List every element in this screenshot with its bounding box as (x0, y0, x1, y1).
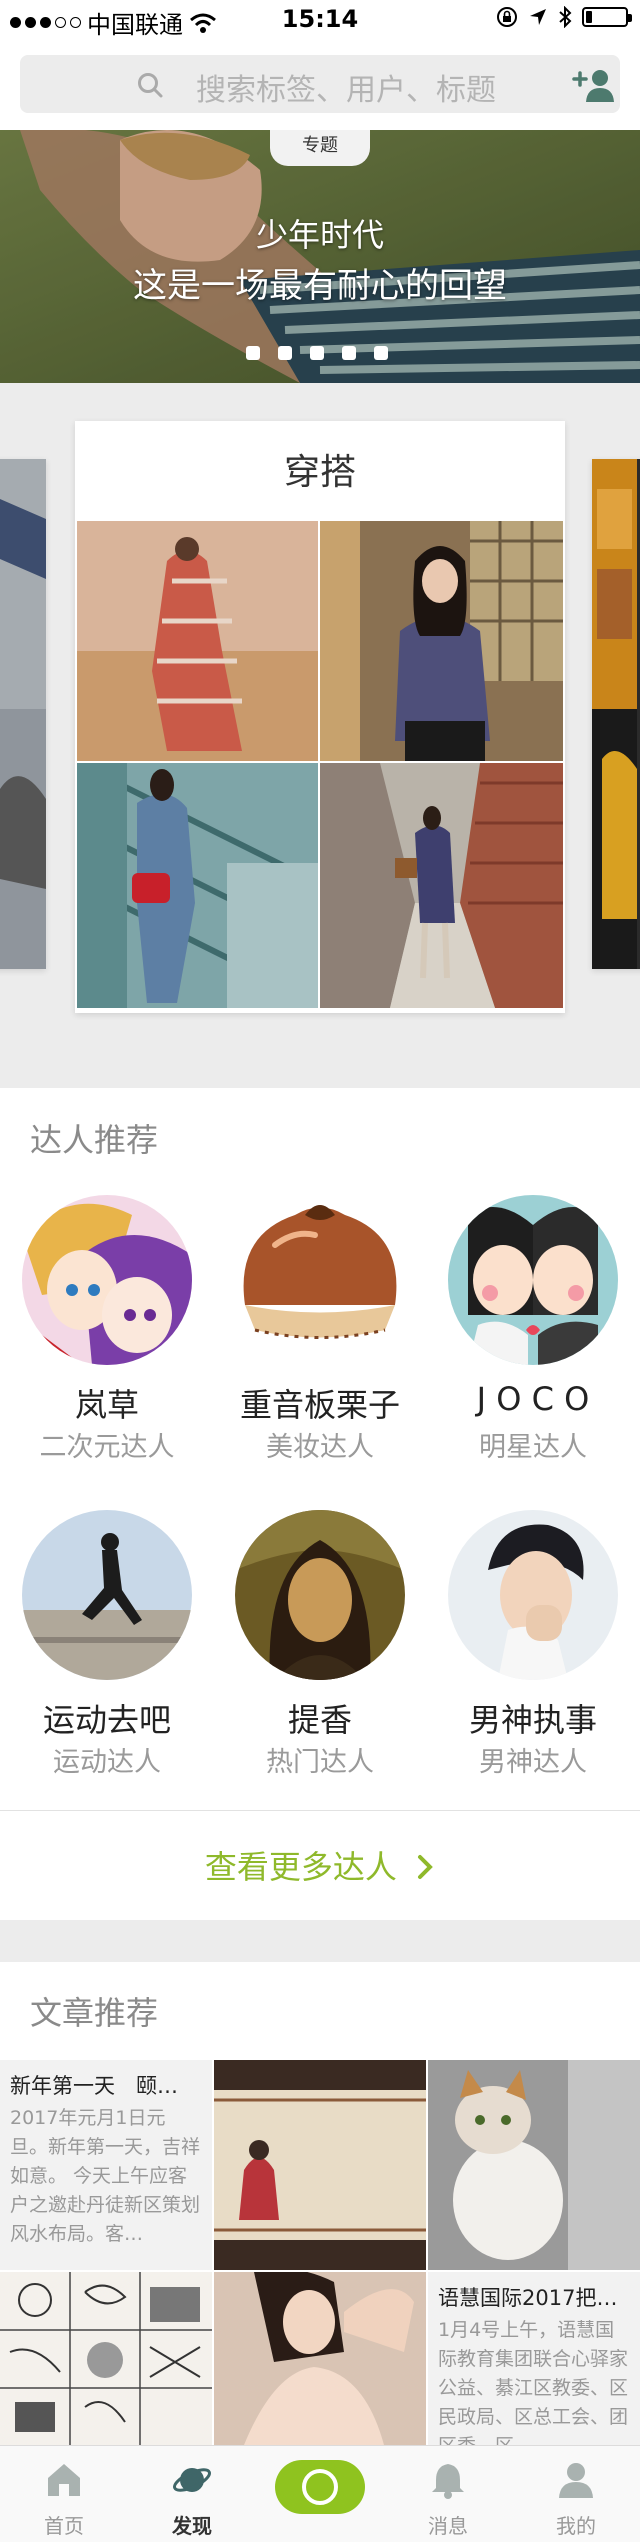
featured-banner[interactable]: 专题 少年时代 这是一场最有耐心的回望 (0, 130, 640, 383)
user-icon (559, 2463, 593, 2498)
tab-label: 我的 (556, 2514, 596, 2538)
search-input[interactable]: 搜索标签、用户、标题 (196, 65, 496, 109)
add-user-icon[interactable] (572, 68, 616, 104)
experts-section-title: 达人推荐 (30, 1121, 159, 1159)
rotation-lock-icon (497, 7, 517, 27)
article-excerpt: 2017年元月1日元旦。新年第一天，吉祥如意。 今天上午应客户之邀赴丹徒新区策划… (10, 2107, 201, 2245)
topic-carousel[interactable]: 穿搭 (0, 383, 640, 1088)
banner-title: 少年时代 (255, 216, 384, 254)
page-dot[interactable] (342, 346, 356, 360)
expert-tag: 热门达人 (266, 1747, 374, 1778)
expert-name: 男神执事 (468, 1701, 597, 1739)
search-icon (138, 73, 163, 98)
battery-icon (582, 7, 632, 27)
topic-photo[interactable] (320, 763, 563, 1008)
topic-photo[interactable] (320, 521, 563, 761)
articles-section-title: 文章推荐 (30, 1994, 159, 2032)
expert-name: 岚草 (74, 1386, 139, 1424)
expert-tag: 美妆达人 (266, 1432, 374, 1463)
page-dot[interactable] (374, 346, 388, 360)
divider (0, 1810, 640, 1811)
article-title: 新年第一天 颐… (10, 2074, 178, 2098)
location-icon (530, 9, 546, 25)
tab-label: 消息 (428, 2514, 468, 2538)
banner-topic-tab: 专题 (270, 130, 370, 166)
topic-card-prev[interactable] (0, 459, 46, 969)
article-image[interactable] (0, 2272, 212, 2445)
search-bar[interactable]: 搜索标签、用户、标题 (20, 55, 620, 113)
article-image[interactable] (214, 2272, 426, 2445)
article-card[interactable]: 语慧国际2017把… 1月4号上午，语慧国际教育集团联合心驿家公益、綦江区教委、… (428, 2272, 640, 2445)
more-experts-label: 查看更多达人 (204, 1848, 397, 1886)
avatar[interactable] (235, 1510, 405, 1680)
tab-profile[interactable]: 我的 (512, 2446, 640, 2542)
bell-icon (432, 2464, 464, 2499)
page-dot[interactable] (310, 346, 324, 360)
topic-card[interactable]: 穿搭 (75, 421, 565, 1013)
more-experts-link[interactable]: 查看更多达人 (0, 1842, 640, 1888)
bluetooth-icon (559, 6, 572, 28)
topic-photo[interactable] (77, 521, 318, 761)
status-icons (496, 6, 632, 28)
section-gap (0, 1920, 640, 1962)
expert-name: 重音板栗子 (239, 1386, 400, 1424)
banner-subtitle: 这是一场最有耐心的回望 (133, 266, 507, 306)
expert-name: 运动去吧 (42, 1701, 171, 1739)
avatar[interactable] (448, 1510, 618, 1680)
avatar[interactable] (22, 1195, 192, 1365)
expert-tag: 男神达人 (479, 1747, 587, 1778)
tab-discover[interactable]: 发现 (128, 2446, 256, 2542)
topic-card-next-image (592, 459, 640, 969)
article-title: 语慧国际2017把… (438, 2286, 618, 2310)
banner-page-indicator (246, 346, 388, 360)
article-image[interactable] (214, 2060, 426, 2270)
topic-photo[interactable] (77, 763, 318, 1008)
topic-card-prev-image (0, 459, 46, 969)
status-bar: 中国联通 15:14 (0, 0, 640, 40)
article-card[interactable]: 新年第一天 颐… 2017年元月1日元旦。新年第一天，吉祥如意。 今天上午应客户… (0, 2060, 212, 2270)
expert-tag: 明星达人 (479, 1432, 587, 1463)
tab-label: 发现 (172, 2514, 212, 2538)
expert-name: 提香 (287, 1701, 352, 1739)
avatar[interactable] (235, 1195, 405, 1365)
expert-tag: 二次元达人 (39, 1432, 175, 1463)
planet-icon (173, 2468, 211, 2492)
page-dot[interactable] (246, 346, 260, 360)
expert-tag: 运动达人 (53, 1747, 161, 1778)
article-excerpt: 1月4号上午，语慧国际教育集团联合心驿家公益、綦江区教委、区民政局、区总工会、团… (438, 2319, 629, 2445)
article-image[interactable] (428, 2060, 640, 2270)
tab-messages[interactable]: 消息 (384, 2446, 512, 2542)
tab-home[interactable]: 首页 (0, 2446, 128, 2542)
expert-name: J O C O (476, 1380, 590, 1418)
chevron-right-icon (418, 1855, 433, 1879)
avatar[interactable] (448, 1195, 618, 1365)
camera-button[interactable] (275, 2460, 365, 2514)
tab-bar: 首页 发现 消息 我的 (0, 2445, 640, 2542)
topic-card-next[interactable] (592, 459, 640, 969)
topic-card-title: 穿搭 (283, 452, 356, 493)
home-icon (48, 2464, 80, 2496)
tab-label: 首页 (44, 2514, 84, 2538)
page-dot[interactable] (278, 346, 292, 360)
avatar[interactable] (22, 1510, 192, 1680)
